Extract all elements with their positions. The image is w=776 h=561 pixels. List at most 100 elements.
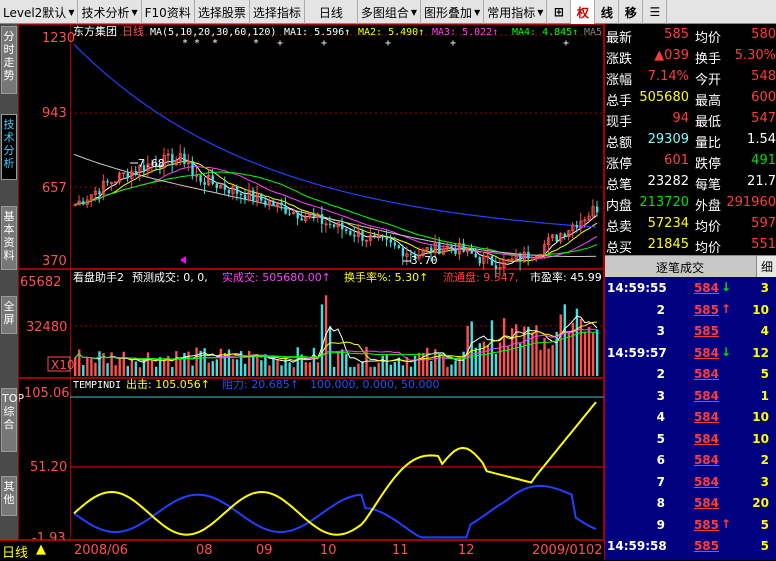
overlay-label: 图形叠加 bbox=[424, 5, 473, 20]
up-arrow-icon: ↑ bbox=[720, 301, 731, 316]
volume-bar bbox=[134, 361, 138, 376]
tab-intraday[interactable]: 分时走势 bbox=[1, 26, 17, 94]
dropdown-icon: ▼ bbox=[410, 7, 418, 17]
volume-bar bbox=[280, 365, 283, 376]
rights-icon: 权 bbox=[576, 5, 589, 20]
tick-volume: 5 bbox=[760, 539, 769, 553]
candle-body bbox=[243, 195, 247, 201]
volume-bar bbox=[276, 359, 279, 376]
candle-body bbox=[470, 248, 473, 254]
quote-label: 换手 bbox=[695, 52, 722, 67]
quote-row: 涨幅 7.14% 今开 548 bbox=[605, 66, 776, 88]
candle-body bbox=[474, 253, 477, 258]
menu-button[interactable]: ☰ bbox=[643, 0, 668, 24]
candle-body bbox=[73, 204, 77, 207]
volume-bar bbox=[413, 355, 417, 376]
tick-price: 584 bbox=[693, 367, 719, 381]
candle-body bbox=[490, 256, 494, 266]
quote-label: 总笔 bbox=[606, 178, 633, 193]
tick-price: 585 bbox=[693, 539, 719, 553]
select-stock-menu[interactable]: 选择股票 bbox=[195, 0, 250, 24]
chart-area[interactable]: 1230 943 657 370 东方集团 日线 MA(5,10,20,30,6… bbox=[18, 24, 608, 546]
level2-default-menu[interactable]: Level2默认 ▼ bbox=[0, 0, 79, 24]
volume-bar bbox=[405, 357, 409, 376]
tab-tech-analysis[interactable]: 技术分析 bbox=[1, 114, 17, 180]
volume-bar bbox=[187, 351, 190, 376]
volume-bar bbox=[559, 314, 562, 376]
tick-price: 584 bbox=[693, 410, 719, 424]
candle-body bbox=[381, 235, 384, 238]
multi-chart-menu[interactable]: 多图组合 ▼ bbox=[358, 0, 422, 24]
select-indicator-menu[interactable]: 选择指标 bbox=[250, 0, 305, 24]
volume-bar bbox=[106, 363, 109, 376]
quote-label: 均价 bbox=[695, 31, 722, 46]
tick-volume: 5 bbox=[760, 367, 769, 381]
candle-body bbox=[126, 172, 129, 179]
volume-bar bbox=[199, 350, 202, 376]
chart-canvas[interactable]: 1230 943 657 370 东方集团 日线 MA(5,10,20,30,6… bbox=[18, 24, 608, 546]
volume-bar bbox=[555, 331, 558, 376]
volume-bar bbox=[527, 326, 530, 376]
candle-body bbox=[264, 200, 267, 206]
grid-layout-button[interactable]: ⊞ bbox=[547, 0, 572, 24]
candle-body bbox=[462, 243, 465, 252]
dropdown-icon: ▼ bbox=[131, 7, 138, 17]
down-arrow-icon: ↓ bbox=[720, 280, 731, 294]
tech-analysis-menu[interactable]: 技术分析 ▼ bbox=[78, 0, 142, 24]
tab-fundamentals[interactable]: 基本资料 bbox=[1, 206, 17, 270]
volume-bar bbox=[312, 347, 316, 376]
volume-bar bbox=[304, 362, 308, 376]
move-button[interactable]: 移 bbox=[619, 0, 644, 24]
tick-row: 6 584 2 bbox=[605, 450, 776, 471]
indicator-tick: -1.93 bbox=[32, 531, 66, 540]
quote-label: 总手 bbox=[606, 94, 633, 109]
detail-button[interactable]: 细 bbox=[756, 256, 776, 278]
candle-body bbox=[438, 242, 441, 254]
f10-menu[interactable]: F10资料 bbox=[142, 0, 195, 24]
cursor-left-icon[interactable] bbox=[180, 256, 186, 264]
date-tick: 2008/06 bbox=[74, 543, 129, 558]
quote-value: 23282 bbox=[647, 174, 689, 189]
rights-button[interactable]: 权 bbox=[571, 0, 596, 24]
tech-analysis-label: 技术分析 bbox=[81, 5, 130, 20]
quote-label: 现手 bbox=[606, 115, 633, 130]
tick-volume: 12 bbox=[752, 345, 769, 360]
volume-unit: X10 bbox=[51, 358, 75, 372]
tick-time: 14:59:58 bbox=[607, 539, 667, 553]
common-indicator-menu[interactable]: 常用指标 ▼ bbox=[484, 0, 548, 24]
down-arrow-icon: ↓ bbox=[720, 344, 731, 359]
bottom-period[interactable]: 日线 bbox=[2, 542, 28, 561]
tick-volume: 3 bbox=[760, 474, 769, 489]
volume-bar bbox=[86, 357, 89, 376]
tick-volume: 10 bbox=[752, 410, 769, 424]
volume-bar bbox=[252, 355, 255, 376]
volume-bar bbox=[401, 365, 405, 376]
tick-price: 584 bbox=[693, 474, 719, 489]
overlay-menu[interactable]: 图形叠加 ▼ bbox=[421, 0, 485, 24]
turnover-rate: 换手率%: 5.30↑ bbox=[344, 270, 428, 284]
ma1-value: MA1: 5.596↑ bbox=[284, 27, 350, 38]
tick-price: 585 bbox=[693, 324, 719, 338]
tab-fullscreen[interactable]: 全屏 bbox=[1, 296, 17, 334]
volume-bar bbox=[264, 354, 267, 376]
price-pane-frame bbox=[18, 24, 604, 269]
volume-bar bbox=[478, 343, 482, 376]
actual-volume: 实成交: 505680.00↑ bbox=[222, 270, 331, 284]
period-menu[interactable]: 日线 bbox=[305, 0, 358, 24]
dropdown-icon: ▼ bbox=[537, 7, 544, 17]
candle-body bbox=[312, 214, 316, 217]
triangle-icon[interactable]: ▲ bbox=[36, 542, 46, 557]
candle-body bbox=[296, 212, 299, 219]
quote-value: ▲039 bbox=[654, 48, 689, 63]
candle-body bbox=[385, 237, 388, 240]
quote-label: 总卖 bbox=[606, 220, 633, 235]
dropdown-icon: ▼ bbox=[68, 7, 75, 17]
line-button[interactable]: 线 bbox=[595, 0, 620, 24]
tab-top-summary[interactable]: TOP综合 bbox=[1, 388, 24, 452]
tick-row: 14:59:55 584 ↓ 3 bbox=[605, 278, 776, 299]
candle-body bbox=[223, 185, 227, 190]
date-tick: 2009/01 bbox=[532, 543, 587, 558]
quote-value: 21845 bbox=[647, 237, 689, 252]
tab-other[interactable]: 其他 bbox=[1, 476, 17, 516]
volume-bar bbox=[458, 356, 461, 376]
